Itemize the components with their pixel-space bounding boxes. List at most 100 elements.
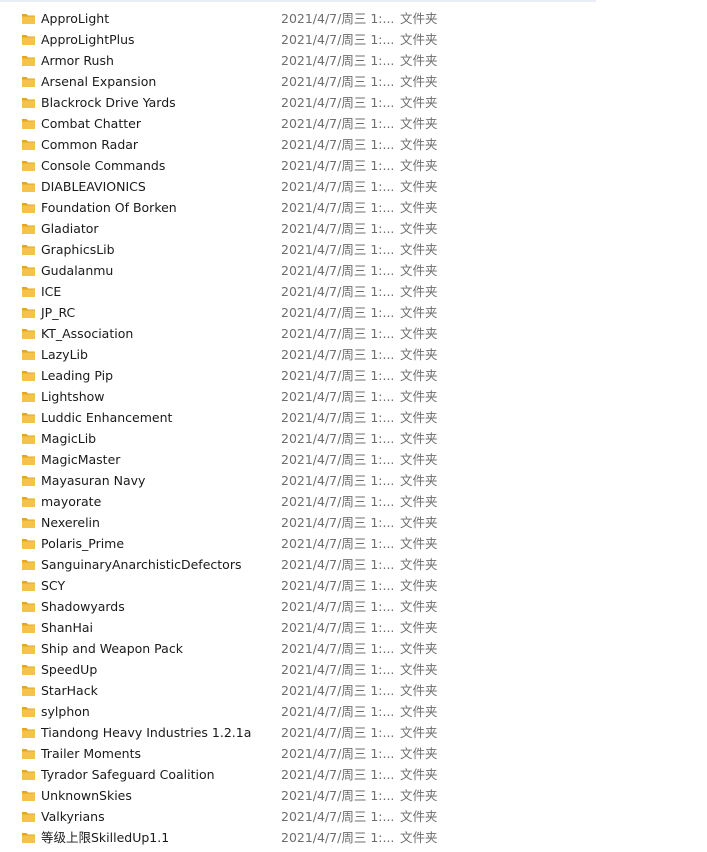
folder-icon: [21, 788, 36, 803]
list-item[interactable]: Foundation Of Borken 2021/4/7/周三 1:... 文件夹: [0, 197, 707, 218]
item-type: 文件夹: [400, 284, 438, 299]
folder-icon: [21, 536, 36, 551]
modified-date: 2021/4/7/周三 1:...: [281, 809, 395, 824]
list-item[interactable]: Console Commands 2021/4/7/周三 1:... 文件夹: [0, 155, 707, 176]
item-type: 文件夹: [400, 200, 438, 215]
list-item[interactable]: Mayasuran Navy 2021/4/7/周三 1:... 文件夹: [0, 470, 707, 491]
list-item[interactable]: Arsenal Expansion 2021/4/7/周三 1:... 文件夹: [0, 71, 707, 92]
list-item[interactable]: MagicLib 2021/4/7/周三 1:... 文件夹: [0, 428, 707, 449]
list-item[interactable]: Valkyrians 2021/4/7/周三 1:... 文件夹: [0, 806, 707, 827]
modified-date: 2021/4/7/周三 1:...: [281, 158, 395, 173]
item-type: 文件夹: [400, 536, 438, 551]
folder-name: JP_RC: [41, 305, 76, 320]
folder-icon: [21, 221, 36, 236]
folder-name: Leading Pip: [41, 368, 114, 383]
list-item[interactable]: LazyLib 2021/4/7/周三 1:... 文件夹: [0, 344, 707, 365]
item-type: 文件夹: [400, 179, 438, 194]
modified-date: 2021/4/7/周三 1:...: [281, 767, 395, 782]
modified-date: 2021/4/7/周三 1:...: [281, 95, 395, 110]
modified-date: 2021/4/7/周三 1:...: [281, 599, 395, 614]
folder-icon: [21, 242, 36, 257]
list-item[interactable]: Nexerelin 2021/4/7/周三 1:... 文件夹: [0, 512, 707, 533]
modified-date: 2021/4/7/周三 1:...: [281, 137, 395, 152]
list-item[interactable]: Luddic Enhancement 2021/4/7/周三 1:... 文件夹: [0, 407, 707, 428]
item-type: 文件夹: [400, 452, 438, 467]
folder-icon: [21, 578, 36, 593]
folder-icon: [21, 137, 36, 152]
list-item[interactable]: Shadowyards 2021/4/7/周三 1:... 文件夹: [0, 596, 707, 617]
list-item[interactable]: mayorate 2021/4/7/周三 1:... 文件夹: [0, 491, 707, 512]
modified-date: 2021/4/7/周三 1:...: [281, 32, 395, 47]
folder-icon: [21, 74, 36, 89]
item-type: 文件夹: [400, 704, 438, 719]
item-type: 文件夹: [400, 662, 438, 677]
list-item[interactable]: JP_RC 2021/4/7/周三 1:... 文件夹: [0, 302, 707, 323]
folder-name: Arsenal Expansion: [41, 74, 157, 89]
list-item[interactable]: KT_Association 2021/4/7/周三 1:... 文件夹: [0, 323, 707, 344]
list-item[interactable]: Trailer Moments 2021/4/7/周三 1:... 文件夹: [0, 743, 707, 764]
list-item[interactable]: Tyrador Safeguard Coalition 2021/4/7/周三 1…: [0, 764, 707, 785]
folder-name: MagicMaster: [41, 452, 121, 467]
folder-name: Console Commands: [41, 158, 166, 173]
folder-icon: [21, 410, 36, 425]
folder-name: LazyLib: [41, 347, 88, 362]
list-item[interactable]: ApproLightPlus 2021/4/7/周三 1:... 文件夹: [0, 29, 707, 50]
folder-name: Nexerelin: [41, 515, 100, 530]
list-item[interactable]: Leading Pip 2021/4/7/周三 1:... 文件夹: [0, 365, 707, 386]
list-item[interactable]: ApproLight 2021/4/7/周三 1:... 文件夹: [0, 8, 707, 29]
modified-date: 2021/4/7/周三 1:...: [281, 494, 395, 509]
folder-name: Lightshow: [41, 389, 105, 404]
folder-name: Valkyrians: [41, 809, 105, 824]
list-item[interactable]: Tiandong Heavy Industries 1.2.1a 2021/4/7…: [0, 722, 707, 743]
item-type: 文件夹: [400, 431, 438, 446]
item-type: 文件夹: [400, 11, 438, 26]
item-type: 文件夹: [400, 74, 438, 89]
list-item[interactable]: Combat Chatter 2021/4/7/周三 1:... 文件夹: [0, 113, 707, 134]
folder-icon: [21, 326, 36, 341]
list-item[interactable]: Ship and Weapon Pack 2021/4/7/周三 1:... 文件夹: [0, 638, 707, 659]
folder-name: mayorate: [41, 494, 102, 509]
list-item[interactable]: DIABLEAVIONICS 2021/4/7/周三 1:... 文件夹: [0, 176, 707, 197]
folder-name: Ship and Weapon Pack: [41, 641, 183, 656]
list-item[interactable]: Blackrock Drive Yards 2021/4/7/周三 1:... 文件…: [0, 92, 707, 113]
folder-name: KT_Association: [41, 326, 134, 341]
list-item[interactable]: MagicMaster 2021/4/7/周三 1:... 文件夹: [0, 449, 707, 470]
folder-name: Foundation Of Borken: [41, 200, 177, 215]
list-item[interactable]: Gudalanmu 2021/4/7/周三 1:... 文件夹: [0, 260, 707, 281]
file-list: ApproLight 2021/4/7/周三 1:... 文件夹 ApproLight…: [0, 8, 707, 848]
folder-icon: [21, 809, 36, 824]
list-item[interactable]: SanguinaryAnarchisticDefectors 2021/4/7/周…: [0, 554, 707, 575]
modified-date: 2021/4/7/周三 1:...: [281, 74, 395, 89]
list-item[interactable]: Common Radar 2021/4/7/周三 1:... 文件夹: [0, 134, 707, 155]
item-type: 文件夹: [400, 32, 438, 47]
modified-date: 2021/4/7/周三 1:...: [281, 515, 395, 530]
list-item[interactable]: Lightshow 2021/4/7/周三 1:... 文件夹: [0, 386, 707, 407]
list-item[interactable]: GraphicsLib 2021/4/7/周三 1:... 文件夹: [0, 239, 707, 260]
modified-date: 2021/4/7/周三 1:...: [281, 263, 395, 278]
list-item[interactable]: SCY 2021/4/7/周三 1:... 文件夹: [0, 575, 707, 596]
list-item[interactable]: UnknownSkies 2021/4/7/周三 1:... 文件夹: [0, 785, 707, 806]
folder-icon: [21, 725, 36, 740]
item-type: 文件夹: [400, 767, 438, 782]
list-item[interactable]: sylphon 2021/4/7/周三 1:... 文件夹: [0, 701, 707, 722]
folder-name: ShanHai: [41, 620, 93, 635]
item-type: 文件夹: [400, 137, 438, 152]
item-type: 文件夹: [400, 809, 438, 824]
list-item[interactable]: 等级上限SkilledUp1.1 2021/4/7/周三 1:... 文件夹: [0, 827, 707, 848]
list-item[interactable]: ShanHai 2021/4/7/周三 1:... 文件夹: [0, 617, 707, 638]
modified-date: 2021/4/7/周三 1:...: [281, 788, 395, 803]
item-type: 文件夹: [400, 53, 438, 68]
list-item[interactable]: Polaris_Prime 2021/4/7/周三 1:... 文件夹: [0, 533, 707, 554]
modified-date: 2021/4/7/周三 1:...: [281, 284, 395, 299]
item-type: 文件夹: [400, 788, 438, 803]
list-item[interactable]: ICE 2021/4/7/周三 1:... 文件夹: [0, 281, 707, 302]
list-item[interactable]: StarHack 2021/4/7/周三 1:... 文件夹: [0, 680, 707, 701]
list-item[interactable]: Armor Rush 2021/4/7/周三 1:... 文件夹: [0, 50, 707, 71]
list-item[interactable]: SpeedUp 2021/4/7/周三 1:... 文件夹: [0, 659, 707, 680]
item-type: 文件夹: [400, 620, 438, 635]
list-item[interactable]: Gladiator 2021/4/7/周三 1:... 文件夹: [0, 218, 707, 239]
folder-name: DIABLEAVIONICS: [41, 179, 146, 194]
folder-icon: [21, 830, 36, 845]
folder-name: Gladiator: [41, 221, 99, 236]
modified-date: 2021/4/7/周三 1:...: [281, 662, 395, 677]
